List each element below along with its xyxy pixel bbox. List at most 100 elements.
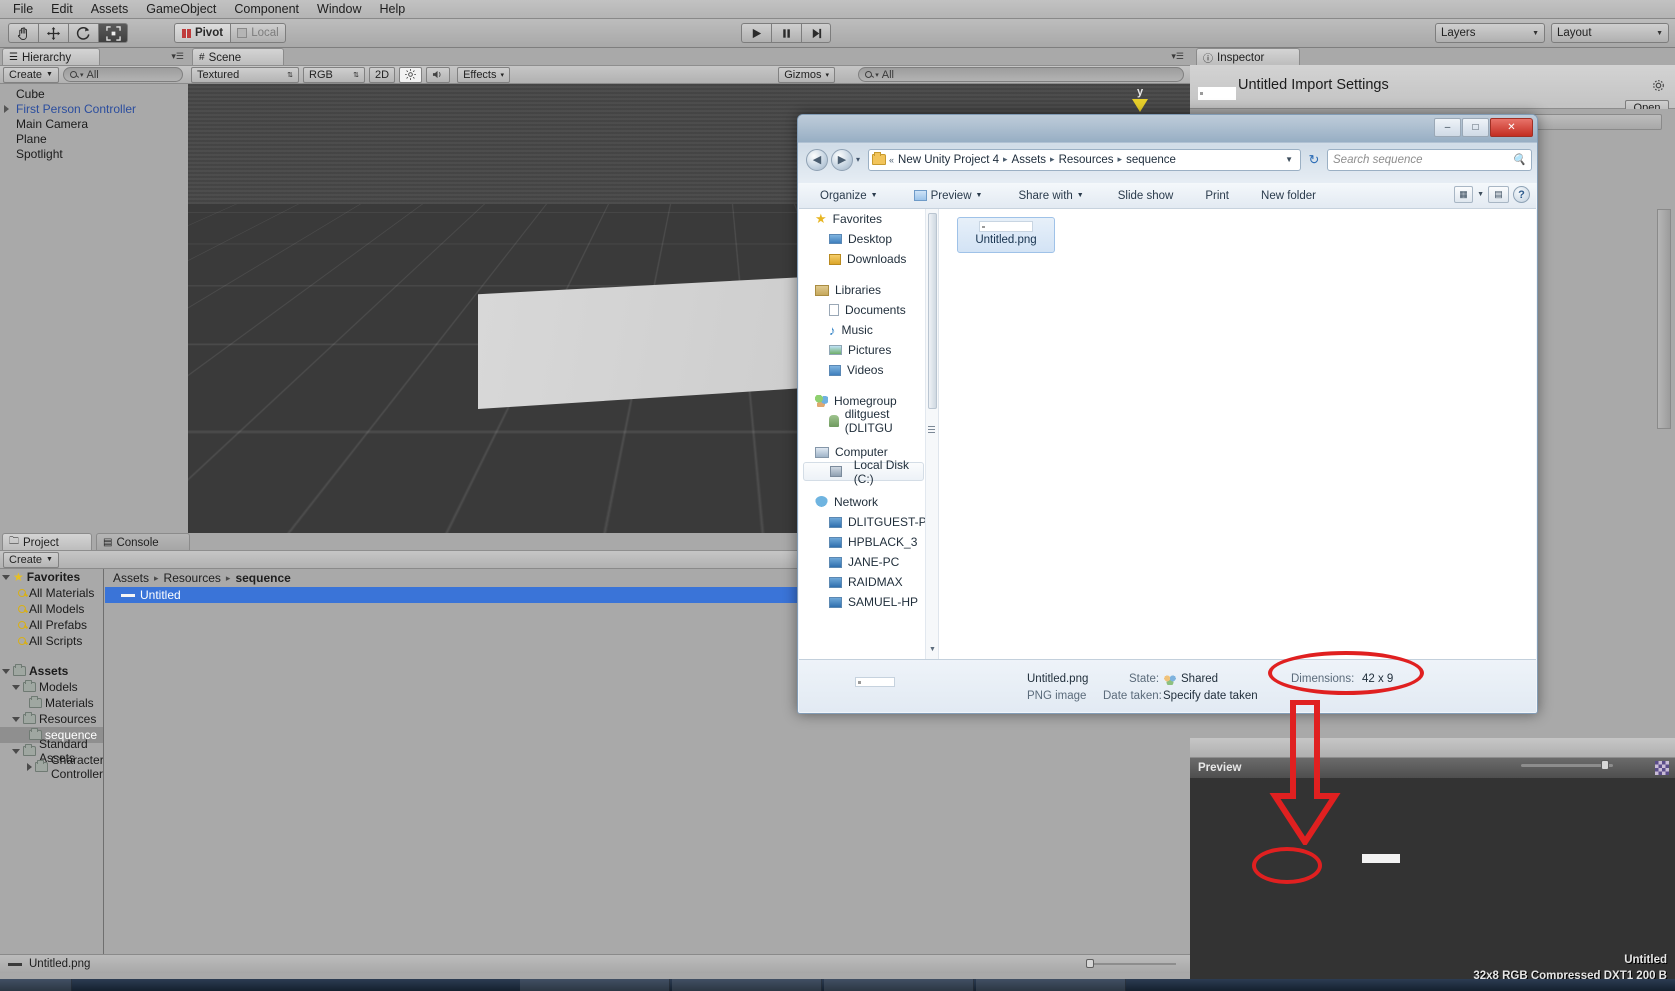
nav-item-samuel-hp[interactable]: SAMUEL-HP [799,592,938,612]
collapse-arrow-icon[interactable] [2,669,10,674]
pause-button[interactable] [771,23,801,43]
pivot-toggle-button[interactable]: Pivot [174,23,230,43]
menu-edit[interactable]: Edit [42,0,82,18]
hierarchy-row[interactable]: Spotlight [0,146,188,161]
collapse-arrow-icon[interactable] [12,717,20,722]
explorer-search-input[interactable]: Search sequence 🔍 [1327,149,1532,171]
breadcrumb-resources[interactable]: Resources [164,571,221,585]
tab-project[interactable]: 🗀 Project [2,533,92,550]
scene-effects-dropdown[interactable]: Effects ▾ [457,67,510,83]
nav-item-dlitguest-pc[interactable]: DLITGUEST-PC [799,512,938,532]
back-button[interactable]: ◀ [806,149,828,171]
nav-item-raidmax[interactable]: RAIDMAX [799,572,938,592]
preview-zoom-slider[interactable] [1521,764,1613,767]
hierarchy-row[interactable]: First Person Controller [0,101,188,116]
share-with-menu[interactable]: Share with ▼ [1009,187,1092,205]
collapse-arrow-icon[interactable] [12,685,20,690]
expand-arrow-icon[interactable] [27,763,32,771]
scene-menu-icon[interactable]: ▾☰ [1171,51,1184,62]
hand-tool-button[interactable] [8,23,38,43]
collapse-arrow-icon[interactable] [2,575,10,580]
expand-arrow-icon[interactable] [4,105,9,113]
nav-item-dlitguest[interactable]: dlitguest (DLITGU [799,411,938,431]
maximize-button[interactable]: □ [1462,118,1489,137]
project-favorite-item[interactable]: All Models [0,601,103,617]
project-tree-row[interactable]: Materials [0,695,103,711]
scene-gizmos-dropdown[interactable]: Gizmos ▾ [778,67,835,83]
show-preview-pane-icon[interactable]: ▤ [1488,186,1509,203]
explorer-files-pane[interactable]: Untitled.png [939,209,1536,659]
explorer-titlebar[interactable]: – □ ✕ ◀ ▶ ▾ « New Unity Project 4 ▸ Asse… [798,115,1537,183]
hierarchy-menu-icon[interactable]: ▾☰ [171,51,184,62]
address-bar[interactable]: « New Unity Project 4 ▸ Assets ▸ Resourc… [868,149,1301,171]
minimize-button[interactable]: – [1434,118,1461,137]
nav-item-documents[interactable]: Documents [799,300,938,320]
nav-group-favorites[interactable]: ★ Favorites [799,209,938,229]
project-assets-group[interactable]: Assets [0,663,103,679]
nav-item-pictures[interactable]: Pictures [799,340,938,360]
hierarchy-search-input[interactable]: ▾ All [63,67,183,82]
move-tool-button[interactable] [38,23,68,43]
address-crumb-assets[interactable]: Assets [1011,154,1048,166]
hierarchy-row[interactable]: Cube [0,86,188,101]
tab-inspector[interactable]: ⓘ Inspector [1196,48,1300,65]
project-create-button[interactable]: Create ▼ [3,552,59,568]
project-tree-row[interactable]: Resources [0,711,103,727]
nav-item-desktop[interactable]: Desktop [799,229,938,249]
rotate-tool-button[interactable] [68,23,98,43]
project-tree-row[interactable]: Models [0,679,103,695]
help-icon[interactable]: ? [1513,186,1530,203]
play-button[interactable] [741,23,771,43]
inspector-scrollbar[interactable] [1657,209,1671,429]
nav-group-network[interactable]: Network [799,492,938,512]
collapse-arrow-icon[interactable] [12,749,20,754]
project-favorites-group[interactable]: ★ Favorites [0,569,103,585]
windows-explorer-window[interactable]: – □ ✕ ◀ ▶ ▾ « New Unity Project 4 ▸ Asse… [797,114,1538,714]
scene-gizmo-axis[interactable]: y [1132,86,1148,112]
scene-color-mode-dropdown[interactable]: RGB ⇅ [303,67,365,83]
windows-taskbar[interactable] [0,979,1675,991]
preview-viewport[interactable]: Untitled 32x8 RGB Compressed DXT1 200 B [1190,778,1675,990]
scene-2d-toggle[interactable]: 2D [369,67,395,83]
pane-resize-grip[interactable] [928,424,935,433]
scene-lighting-toggle[interactable] [399,67,422,83]
nav-item-hpblack3[interactable]: HPBLACK_3 [799,532,938,552]
step-button[interactable] [801,23,831,43]
nav-item-music[interactable]: ♪ Music [799,320,938,340]
scale-tool-button[interactable] [98,23,128,43]
menu-help[interactable]: Help [370,0,414,18]
project-thumbnail-size-slider[interactable] [1086,958,1176,970]
scroll-down-icon[interactable]: ▼ [928,644,937,655]
scene-draw-mode-dropdown[interactable]: Textured ⇅ [191,67,299,83]
menu-assets[interactable]: Assets [82,0,138,18]
menu-file[interactable]: File [4,0,42,18]
nav-pane-scrollbar[interactable]: ▲ ▼ [925,209,938,659]
menu-component[interactable]: Component [225,0,308,18]
chevron-down-icon[interactable]: ▼ [1477,191,1484,198]
address-crumb-sequence[interactable]: sequence [1125,154,1177,166]
change-view-icon[interactable]: ▦ [1454,186,1473,203]
address-dropdown-icon[interactable]: ▼ [1285,155,1297,164]
preview-zoom-knob[interactable] [1601,760,1609,770]
nav-item-videos[interactable]: Videos [799,360,938,380]
nav-group-libraries[interactable]: Libraries [799,280,938,300]
tab-console[interactable]: ▤ Console [96,533,190,550]
new-folder-button[interactable]: New folder [1252,187,1325,205]
breadcrumb-sequence[interactable]: sequence [235,571,290,585]
hierarchy-row[interactable]: Main Camera [0,116,188,131]
breadcrumb-assets[interactable]: Assets [113,571,149,585]
recent-pages-icon[interactable]: ▾ [856,155,865,164]
project-favorite-item[interactable]: All Materials [0,585,103,601]
nav-item-local-disk[interactable]: Local Disk (C:) [803,462,924,481]
slider-knob[interactable] [1086,959,1094,968]
refresh-button[interactable]: ↻ [1304,149,1324,171]
menu-window[interactable]: Window [308,0,370,18]
tab-scene[interactable]: # Scene [192,48,284,65]
local-toggle-button[interactable]: Local [230,23,286,43]
project-favorite-item[interactable]: All Prefabs [0,617,103,633]
scene-audio-toggle[interactable] [426,67,450,83]
preview-menu[interactable]: Preview ▼ [905,187,992,205]
alpha-checker-icon[interactable] [1655,761,1669,775]
project-tree-row[interactable]: Character Controllers [0,759,103,775]
tab-hierarchy[interactable]: ☰ Hierarchy [2,48,100,65]
